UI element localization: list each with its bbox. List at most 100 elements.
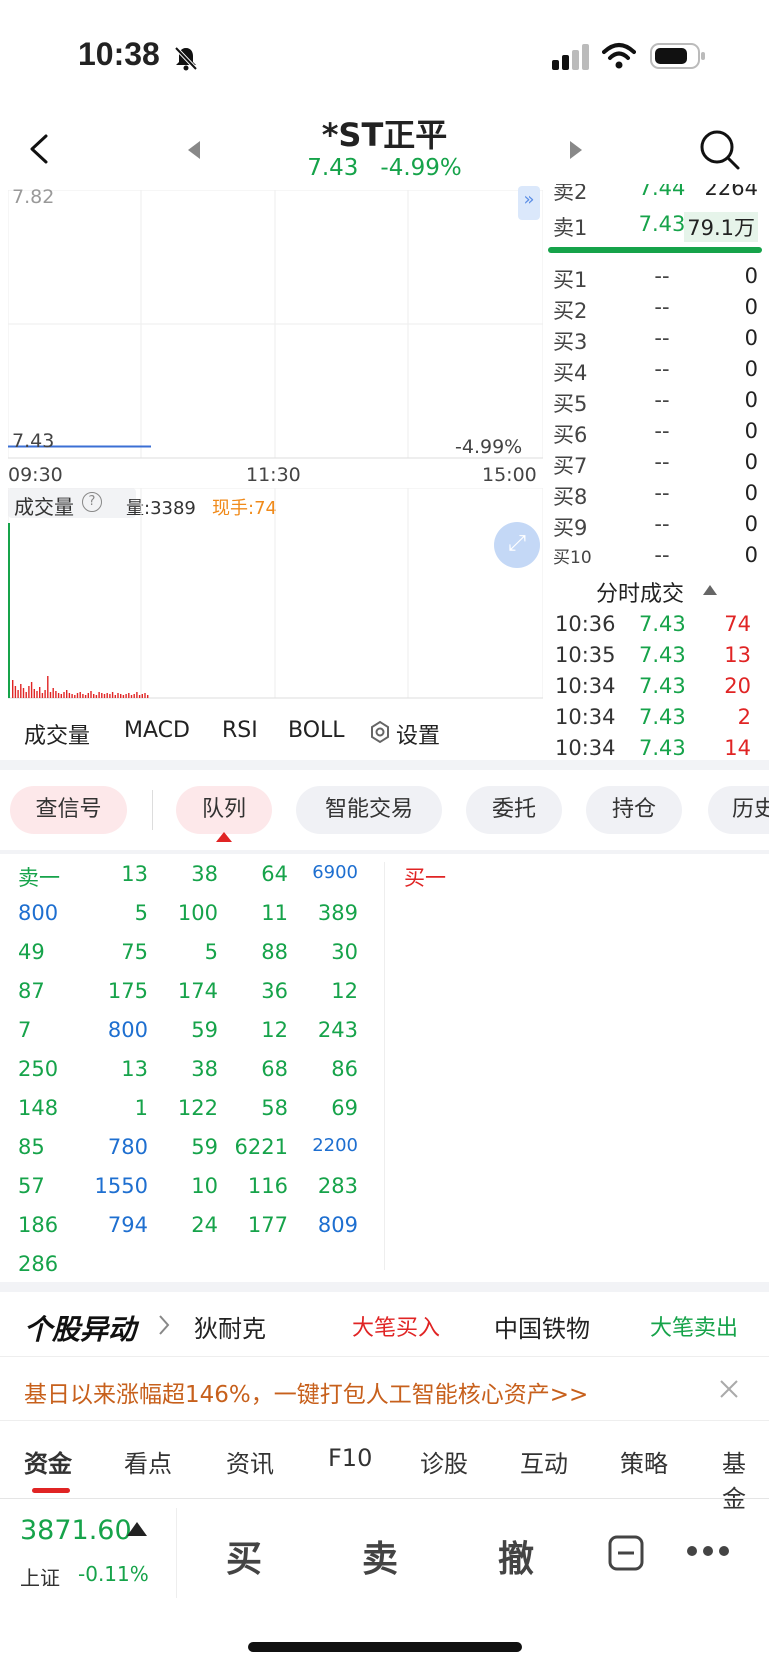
queue-cell: 38	[191, 862, 218, 886]
cancel-button[interactable]: 撤	[498, 1530, 534, 1582]
btab-highlights[interactable]: 看点	[124, 1444, 172, 1479]
btab-f10[interactable]: F10	[328, 1444, 372, 1472]
mover-stock-2[interactable]: 中国铁物	[494, 1309, 590, 1344]
news-banner[interactable]: 基日以来涨幅超146%，一键打包人工智能核心资产>>	[24, 1375, 588, 1409]
queue-cell: 100	[177, 901, 218, 925]
queue-row: 49 75 5 88 30	[18, 940, 368, 979]
queue-cell: 11	[261, 901, 288, 925]
trade-row: 10:34 7.43 20	[553, 674, 753, 705]
queue-cell: 59	[191, 1135, 218, 1159]
index-separator	[176, 1508, 177, 1598]
btab-funds[interactable]: 资金	[24, 1444, 72, 1479]
queue-cell: 64	[261, 862, 288, 886]
queue-row: 卖一 13 38 64 6900	[18, 862, 368, 901]
queue-row: 87 175 174 36 12	[18, 979, 368, 1018]
close-icon[interactable]	[718, 1378, 740, 1400]
home-indicator	[248, 1642, 522, 1652]
news-bottom-border	[0, 1420, 769, 1421]
mover-type-1: 大笔买入	[352, 1316, 441, 1341]
trade-vol: 74	[724, 612, 751, 636]
trade-row: 10:36 7.43 74	[553, 612, 753, 643]
queue-cell: 36	[261, 979, 288, 1003]
queue-cell: 6900	[312, 862, 358, 883]
ind-macd-tab[interactable]: MACD	[124, 718, 190, 743]
queue-cell: 58	[261, 1096, 288, 1120]
tab-order[interactable]: 委托	[466, 786, 562, 834]
ind-settings-label[interactable]: 设置	[396, 718, 440, 750]
btab-interact[interactable]: 互动	[520, 1444, 568, 1479]
tab-smart-trade[interactable]: 智能交易	[296, 786, 442, 834]
tab-queue[interactable]: 队列	[176, 786, 272, 834]
index-name: 上证	[20, 1566, 60, 1590]
btab-active-indicator	[32, 1488, 70, 1493]
active-tab-indicator	[216, 832, 232, 842]
ind-boll-tab[interactable]: BOLL	[288, 718, 345, 743]
queue-cell: 794	[107, 1213, 148, 1237]
queue-divider	[384, 862, 385, 1270]
trade-vol: 20	[724, 674, 751, 698]
trade-time: 10:36	[555, 612, 616, 636]
queue-cell: 86	[331, 1057, 358, 1081]
queue-row: 800 5 100 11 389	[18, 901, 368, 940]
btab-diagnose[interactable]: 诊股	[420, 1444, 468, 1479]
trade-time: 10:35	[555, 643, 616, 667]
queue-cell: 38	[191, 1057, 218, 1081]
tab-separator	[152, 790, 153, 830]
sell-button[interactable]: 卖	[362, 1530, 398, 1582]
tab-position[interactable]: 持仓	[586, 786, 682, 834]
trade-row: 10:34 7.43 2	[553, 705, 753, 736]
index-value[interactable]: 3871.60	[20, 1515, 132, 1546]
queue-cell: 75	[121, 940, 148, 964]
trade-vol: 2	[737, 705, 751, 729]
queue-cell: 5	[204, 940, 218, 964]
queue-cell: 116	[247, 1174, 288, 1198]
queue-cell: 1550	[94, 1174, 148, 1198]
queue-cell: 175	[107, 979, 148, 1003]
queue-cell: 69	[331, 1096, 358, 1120]
section-divider	[0, 760, 769, 770]
trade-price: 7.43	[639, 674, 686, 698]
queue-cell: 800	[107, 1018, 148, 1042]
trade-time: 10:34	[555, 736, 616, 756]
btab-news[interactable]: 资讯	[226, 1444, 274, 1479]
btab-fund[interactable]: 基金	[722, 1444, 769, 1514]
trade-price: 7.43	[639, 736, 686, 756]
mover-type-2: 大笔卖出	[650, 1316, 739, 1341]
movers-title[interactable]: 个股异动	[24, 1308, 136, 1348]
queue-cell: 177	[247, 1213, 288, 1237]
queue-cell: 24	[191, 1213, 218, 1237]
buy-button[interactable]: 买	[226, 1530, 262, 1582]
btab-strategy[interactable]: 策略	[620, 1444, 668, 1479]
queue-cell: 1	[134, 1096, 148, 1120]
more-icon[interactable]	[686, 1544, 730, 1558]
queue-cell: 286	[18, 1252, 59, 1276]
queue-cell: 243	[317, 1018, 358, 1042]
queue-cell: 283	[317, 1174, 358, 1198]
queue-row: 250 13 38 68 86	[18, 1057, 368, 1096]
ind-rsi-tab[interactable]: RSI	[222, 718, 258, 743]
ind-vol-tab[interactable]: 成交量	[24, 718, 90, 750]
queue-row: 85 780 59 6221 2200	[18, 1135, 368, 1174]
queue-row: 57 1550 10 116 283	[18, 1174, 368, 1213]
tab-signal[interactable]: 查信号	[10, 786, 127, 834]
queue-cell: 59	[191, 1018, 218, 1042]
minimize-icon[interactable]	[608, 1535, 644, 1571]
queue-cell: 10	[191, 1174, 218, 1198]
mover-stock-1[interactable]: 狄耐克	[194, 1309, 266, 1344]
queue-row: 7 800 59 12 243	[18, 1018, 368, 1057]
trade-row: 10:35 7.43 13	[553, 643, 753, 674]
index-up-icon	[127, 1522, 147, 1536]
trade-vol: 13	[724, 643, 751, 667]
queue-cell: 809	[317, 1213, 358, 1237]
queue-cell: 30	[331, 940, 358, 964]
queue-cell: 88	[261, 940, 288, 964]
news-top-border	[0, 1356, 769, 1357]
section-divider	[0, 1282, 769, 1292]
queue-cell: 122	[177, 1096, 218, 1120]
queue-cell: 13	[121, 1057, 148, 1081]
settings-icon[interactable]	[368, 720, 392, 744]
chevron-right-icon[interactable]	[158, 1314, 170, 1336]
trade-price: 7.43	[639, 643, 686, 667]
trade-time: 10:34	[555, 674, 616, 698]
tab-history[interactable]: 历史	[708, 786, 769, 834]
